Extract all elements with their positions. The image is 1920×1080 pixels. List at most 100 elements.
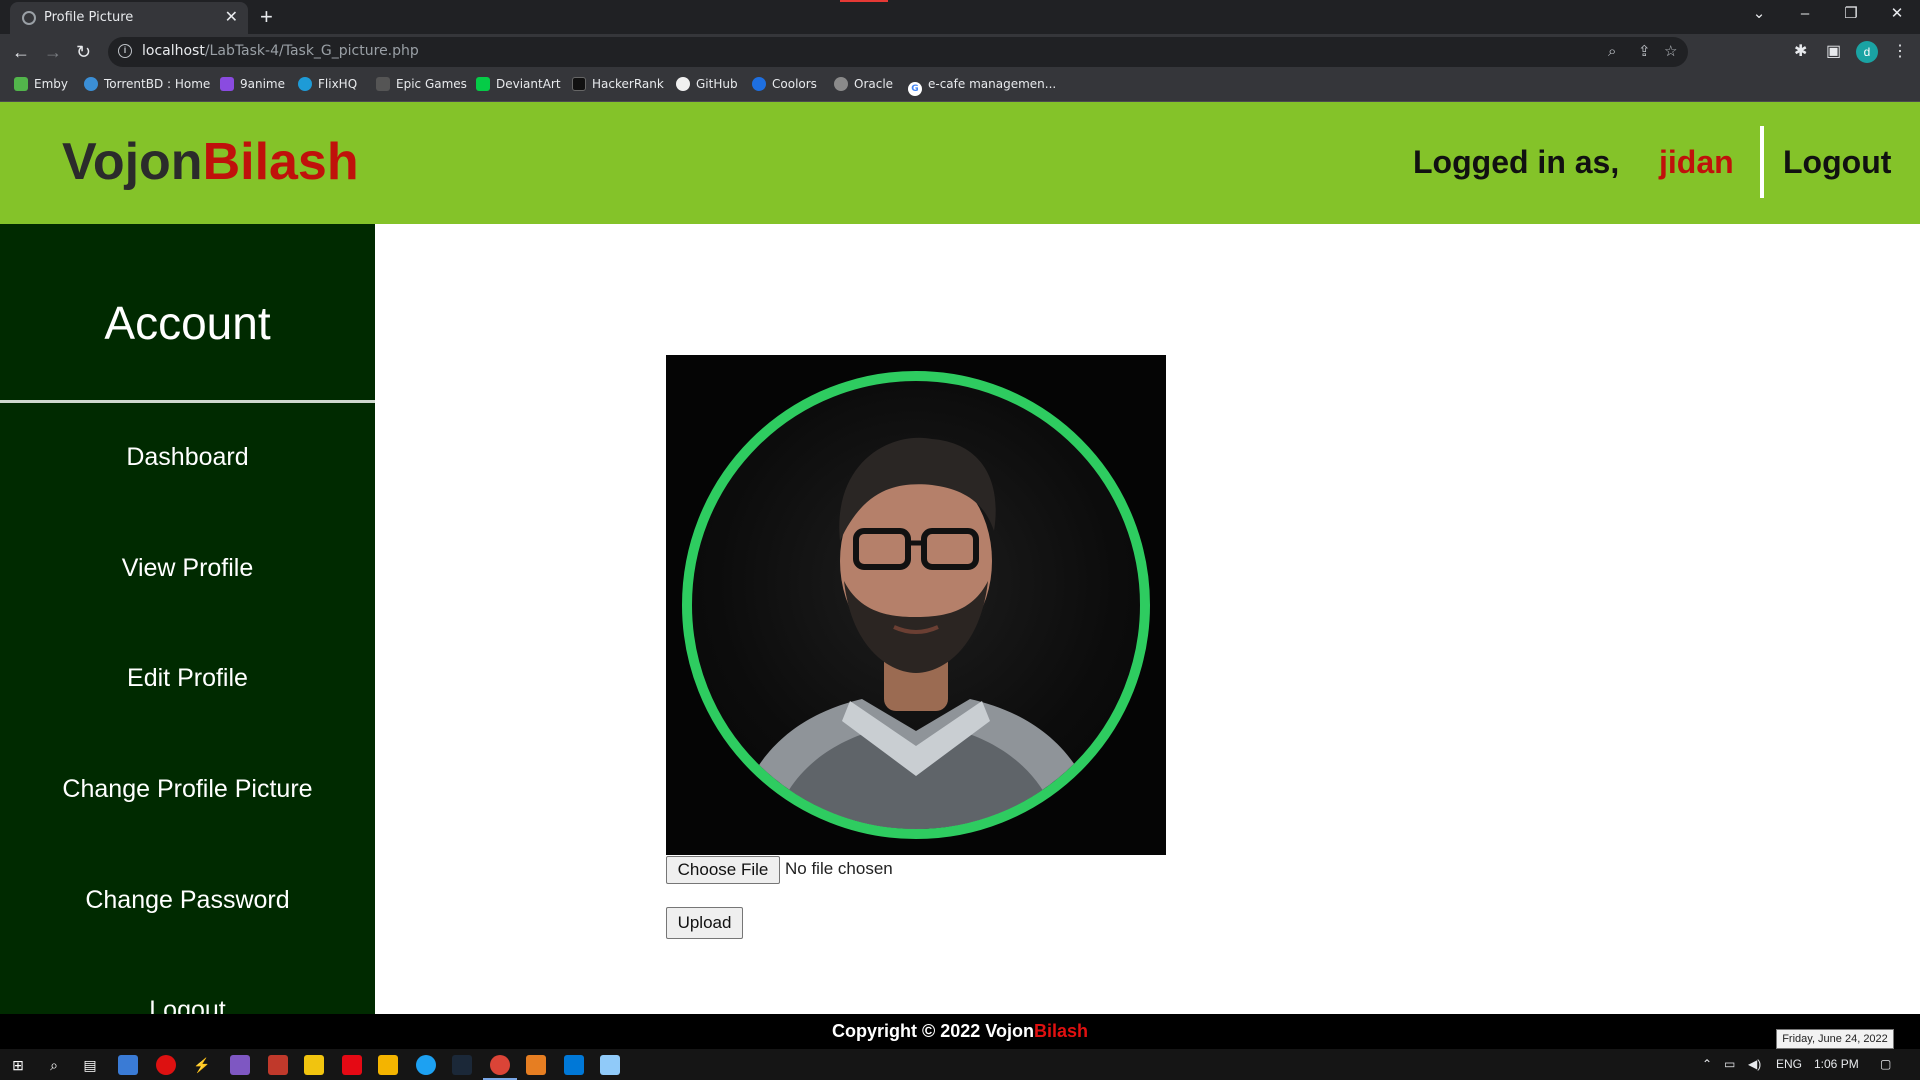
bookmark-emby[interactable]: Emby — [14, 77, 68, 91]
search-icon[interactable]: ⌕ — [44, 1055, 64, 1075]
steam-icon[interactable] — [452, 1055, 472, 1075]
sidebar-item-edit-profile[interactable]: Edit Profile — [0, 664, 375, 693]
bookmark-ecafe[interactable]: Ge-cafe managemen... — [908, 77, 1056, 96]
oracle-icon — [834, 77, 848, 91]
opera-icon[interactable] — [156, 1055, 176, 1075]
task-view-icon[interactable]: ▤ — [80, 1055, 100, 1075]
choose-file-button[interactable]: Choose File — [666, 856, 780, 884]
store-icon[interactable] — [118, 1055, 138, 1075]
sidebar-item-dashboard[interactable]: Dashboard — [0, 443, 375, 472]
emby-icon — [14, 77, 28, 91]
profile-avatar[interactable]: d — [1856, 41, 1878, 63]
tray-chevron-icon[interactable]: ⌃ — [1702, 1057, 1712, 1071]
url-text[interactable]: localhost/LabTask-4/Task_G_picture.php — [142, 43, 419, 59]
forward-icon[interactable]: → — [44, 41, 62, 63]
flixhq-icon — [298, 77, 312, 91]
header-logout-link[interactable]: Logout — [1783, 144, 1891, 181]
tab-title: Profile Picture — [44, 10, 134, 25]
restore-button[interactable]: ❐ — [1828, 4, 1874, 24]
volume-icon[interactable]: ◀) — [1748, 1057, 1761, 1071]
sidebar-item-view-profile[interactable]: View Profile — [0, 554, 375, 583]
site-info-icon[interactable]: i — [118, 44, 132, 58]
menu-kebab-icon[interactable]: ⋮ — [1892, 41, 1908, 63]
profile-picture — [666, 355, 1166, 855]
epic-games-icon — [376, 77, 390, 91]
network-icon[interactable]: ▭ — [1724, 1057, 1735, 1071]
google-icon: G — [908, 82, 922, 96]
back-icon[interactable]: ← — [12, 41, 30, 63]
tab-strip: Profile Picture ✕ + ⌄ – ❐ ✕ — [0, 0, 1920, 34]
date-tooltip: Friday, June 24, 2022 — [1776, 1029, 1894, 1049]
bookmark-github[interactable]: GitHub — [676, 77, 738, 91]
bookmark-deviantart[interactable]: DeviantArt — [476, 77, 561, 91]
share-icon[interactable]: ⇪ — [1638, 42, 1651, 62]
sidebar-title: Account — [104, 297, 271, 349]
notepad-icon[interactable] — [600, 1055, 620, 1075]
chrome-icon[interactable] — [490, 1055, 510, 1075]
recording-indicator — [840, 0, 888, 2]
new-tab-button[interactable]: + — [260, 4, 273, 30]
copyright-text: Copyright © 2022 Vojon — [832, 1021, 1034, 1041]
coolors-icon — [752, 77, 766, 91]
bookmark-9anime[interactable]: 9anime — [220, 77, 285, 91]
profile-picture-ring — [682, 371, 1150, 839]
side-panel-icon[interactable]: ▣ — [1826, 41, 1841, 63]
bookmark-flixhq[interactable]: FlixHQ — [298, 77, 357, 91]
netflix-icon[interactable] — [342, 1055, 362, 1075]
username-link[interactable]: jidan — [1659, 144, 1734, 181]
language-indicator[interactable]: ENG — [1776, 1057, 1802, 1071]
sidebar-item-change-profile-picture[interactable]: Change Profile Picture — [0, 775, 375, 804]
browser-toolbar: ← → ↻ i localhost/LabTask-4/Task_G_pictu… — [0, 34, 1920, 70]
reload-icon[interactable]: ↻ — [76, 41, 91, 63]
close-tab-icon[interactable]: ✕ — [225, 8, 238, 28]
notes-icon[interactable] — [304, 1055, 324, 1075]
xampp-icon[interactable] — [526, 1055, 546, 1075]
sidebar-item-logout[interactable]: Logout — [0, 996, 375, 1014]
notifications-icon[interactable]: ▢ — [1880, 1057, 1891, 1071]
browser-chrome: Profile Picture ✕ + ⌄ – ❐ ✕ ← → ↻ i loca… — [0, 0, 1920, 102]
copyright-brand: Bilash — [1033, 1021, 1088, 1041]
bookmark-oracle[interactable]: Oracle — [834, 77, 893, 91]
windows-taskbar: ⊞ ⌕ ▤ ⚡ ⌃ ▭ ◀) ENG 1:06 PM ▢ — [0, 1049, 1920, 1080]
zoom-icon[interactable]: ⌕ — [1608, 42, 1616, 62]
globe-icon — [22, 11, 36, 25]
app-icon[interactable]: ⚡ — [192, 1055, 212, 1075]
sidebar-item-change-password[interactable]: Change Password — [0, 886, 375, 915]
main-content: Choose File No file chosen Upload — [375, 224, 1920, 1014]
extensions-icon[interactable]: ✱ — [1794, 41, 1807, 63]
deviantart-icon — [476, 77, 490, 91]
vscode-icon[interactable] — [564, 1055, 584, 1075]
file-explorer-icon[interactable] — [378, 1055, 398, 1075]
address-bar[interactable]: i localhost/LabTask-4/Task_G_picture.php… — [108, 37, 1688, 67]
account-sidebar: Account Dashboard View Profile Edit Prof… — [0, 224, 375, 1014]
logged-in-label: Logged in as, — [1413, 144, 1620, 180]
hackerrank-icon — [572, 77, 586, 91]
person-portrait-icon — [732, 437, 1102, 829]
windows-start-icon[interactable]: ⊞ — [8, 1055, 28, 1075]
github-icon — [676, 77, 690, 91]
bookmark-torrentbd[interactable]: TorrentBD : Home — [84, 77, 210, 91]
clock[interactable]: 1:06 PM — [1814, 1057, 1859, 1071]
minimize-button[interactable]: – — [1782, 4, 1828, 24]
site-header: VojonBilash Logged in as, jidan Logout — [0, 102, 1920, 224]
bookmarks-bar: Emby TorrentBD : Home 9anime FlixHQ Epic… — [0, 70, 1920, 102]
bookmark-epic-games[interactable]: Epic Games — [376, 77, 467, 91]
upload-button[interactable]: Upload — [666, 907, 743, 939]
close-window-button[interactable]: ✕ — [1874, 4, 1920, 24]
edge-icon[interactable] — [416, 1055, 436, 1075]
file-status-text: No file chosen — [785, 859, 893, 878]
torrentbd-icon — [84, 77, 98, 91]
site-footer: Copyright © 2022 VojonBilash — [0, 1014, 1920, 1049]
bookmark-hackerrank[interactable]: HackerRank — [572, 77, 664, 91]
bookmark-coolors[interactable]: Coolors — [752, 77, 817, 91]
web-page: VojonBilash Logged in as, jidan Logout A… — [0, 102, 1920, 1049]
header-divider — [1760, 126, 1764, 198]
9anime-icon — [220, 77, 234, 91]
visual-studio-icon[interactable] — [230, 1055, 250, 1075]
sidebar-divider — [0, 400, 375, 403]
tab-search-icon[interactable]: ⌄ — [1736, 4, 1782, 24]
brand-logo[interactable]: VojonBilash — [62, 132, 359, 192]
browser-tab[interactable]: Profile Picture ✕ — [10, 2, 248, 34]
jetbrains-icon[interactable] — [268, 1055, 288, 1075]
bookmark-star-icon[interactable]: ☆ — [1664, 42, 1677, 62]
